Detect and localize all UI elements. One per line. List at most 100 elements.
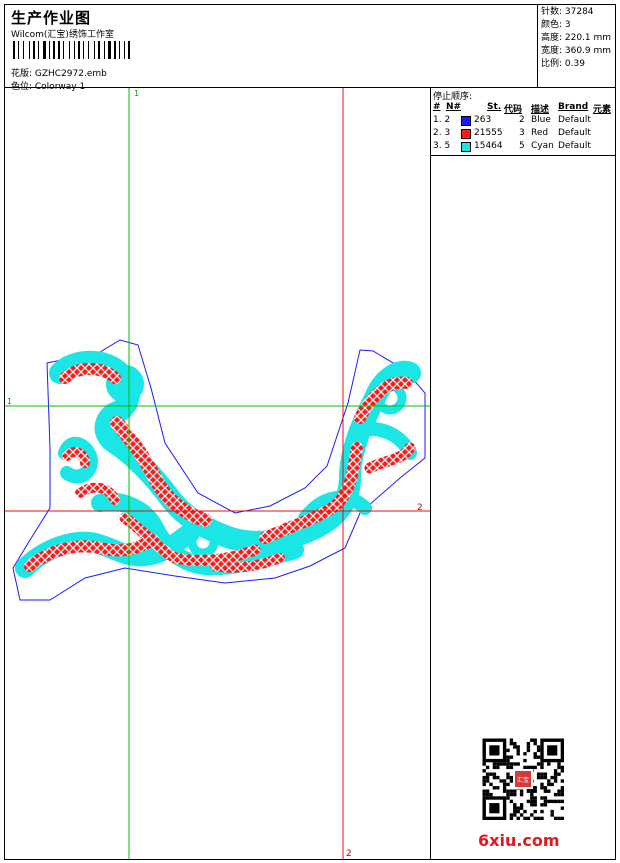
qr-module (502, 762, 507, 766)
barcode-bar (58, 41, 60, 59)
guide-h2-label: 2 (417, 503, 423, 513)
qr-module (499, 762, 503, 766)
qr-module (547, 745, 558, 756)
barcode-bar (65, 41, 68, 59)
qr-module (543, 772, 548, 776)
qr-module (489, 803, 500, 814)
qr-module (540, 765, 544, 770)
qr-module (557, 762, 561, 766)
qr-module (509, 762, 514, 766)
qr-module (533, 738, 537, 742)
qr-module (489, 745, 500, 756)
qr-module (526, 745, 531, 749)
barcode-bar (106, 41, 107, 59)
col-header-brand: Brand (558, 102, 589, 112)
barcode-bar (98, 41, 100, 59)
qr-module (557, 792, 561, 797)
qr-module (526, 741, 531, 746)
qr-module (530, 799, 534, 804)
qr-module (485, 789, 490, 793)
barcode-bar (23, 41, 24, 59)
stop-brand: Default (558, 128, 591, 138)
qr-module (496, 775, 500, 780)
col-header-desc: 描述 (531, 105, 550, 115)
qr-module (560, 806, 564, 810)
qr-module (550, 813, 554, 817)
qr-module (530, 789, 534, 793)
stop-stitches: 263 (474, 115, 492, 125)
barcode-bar (20, 41, 22, 59)
qr-module (560, 765, 564, 770)
qr-module (550, 809, 554, 814)
qr-module (506, 765, 510, 770)
stop-code: 2 (519, 115, 525, 125)
barcode-bar (112, 41, 113, 59)
barcode-bar (51, 41, 52, 59)
qr-module (540, 772, 544, 776)
qr-module (523, 816, 527, 820)
qr-module (533, 799, 537, 804)
stop-stitches: 21555 (474, 128, 503, 138)
qr-module (513, 762, 517, 766)
barcode-bar (25, 41, 28, 59)
qr-module (557, 772, 561, 776)
qr-module (553, 772, 558, 776)
qr-module (492, 765, 497, 770)
qr-module (513, 803, 517, 807)
qr-module (543, 786, 548, 790)
stats-panel: 针数: 37284 颜色: 3 高度: 220.1 mm 宽度: 360.9 m… (537, 4, 616, 88)
qr-module (536, 755, 541, 759)
qr-module (543, 803, 548, 807)
qr-seal-text: 汇宝 (517, 776, 529, 784)
qr-module (540, 809, 544, 814)
qr-module (513, 813, 517, 817)
qr-module (519, 803, 524, 807)
qr-module (489, 782, 493, 787)
qr-module (533, 752, 537, 756)
barcode-bar (114, 41, 116, 59)
qr-module (482, 762, 486, 766)
barcode-bar (16, 41, 17, 59)
barcode-bar (69, 41, 70, 59)
barcode-bar (119, 41, 120, 59)
barcode-bar (33, 41, 35, 59)
qr-module (516, 745, 520, 749)
qr-module (533, 765, 537, 770)
qr-module (523, 765, 527, 770)
barcode-bar (83, 41, 84, 59)
qr-module (516, 816, 520, 820)
barcode-bar (53, 41, 55, 59)
qr-module (550, 775, 554, 780)
barcode-bar (63, 41, 64, 59)
qr-module (533, 789, 537, 793)
qr-module (509, 775, 514, 780)
barcode-bar (96, 41, 97, 59)
qr-module (516, 809, 520, 814)
qr-code: 汇宝 (482, 738, 564, 820)
barcode-bar (101, 41, 103, 59)
qr-module (502, 789, 507, 793)
qr-module (540, 762, 544, 766)
qr-module (482, 789, 486, 793)
qr-module (519, 813, 524, 817)
design-height: 高度: 220.1 mm (541, 33, 612, 43)
barcode-bar (108, 41, 111, 59)
qr-module (560, 769, 564, 773)
barcode-bar (13, 41, 15, 59)
qr-module (519, 789, 524, 793)
barcode-bar (47, 41, 48, 59)
barcode-bar (74, 41, 75, 59)
qr-module (540, 796, 544, 800)
qr-module (485, 792, 490, 797)
qr-module (506, 748, 510, 753)
stop-sequence-table: 停止顺序: # N# St. 代码 描述 Brand 元素 1. 2 263 2 Bl… (431, 88, 616, 156)
qr-module (530, 813, 534, 817)
qr-module (482, 779, 486, 783)
qr-module (509, 799, 514, 804)
col-header-element: 元素 (593, 105, 612, 115)
qr-module (516, 752, 520, 756)
qr-module (509, 741, 514, 746)
qr-module (530, 765, 534, 770)
qr-module (560, 779, 564, 783)
col-header-index: # (433, 102, 441, 112)
